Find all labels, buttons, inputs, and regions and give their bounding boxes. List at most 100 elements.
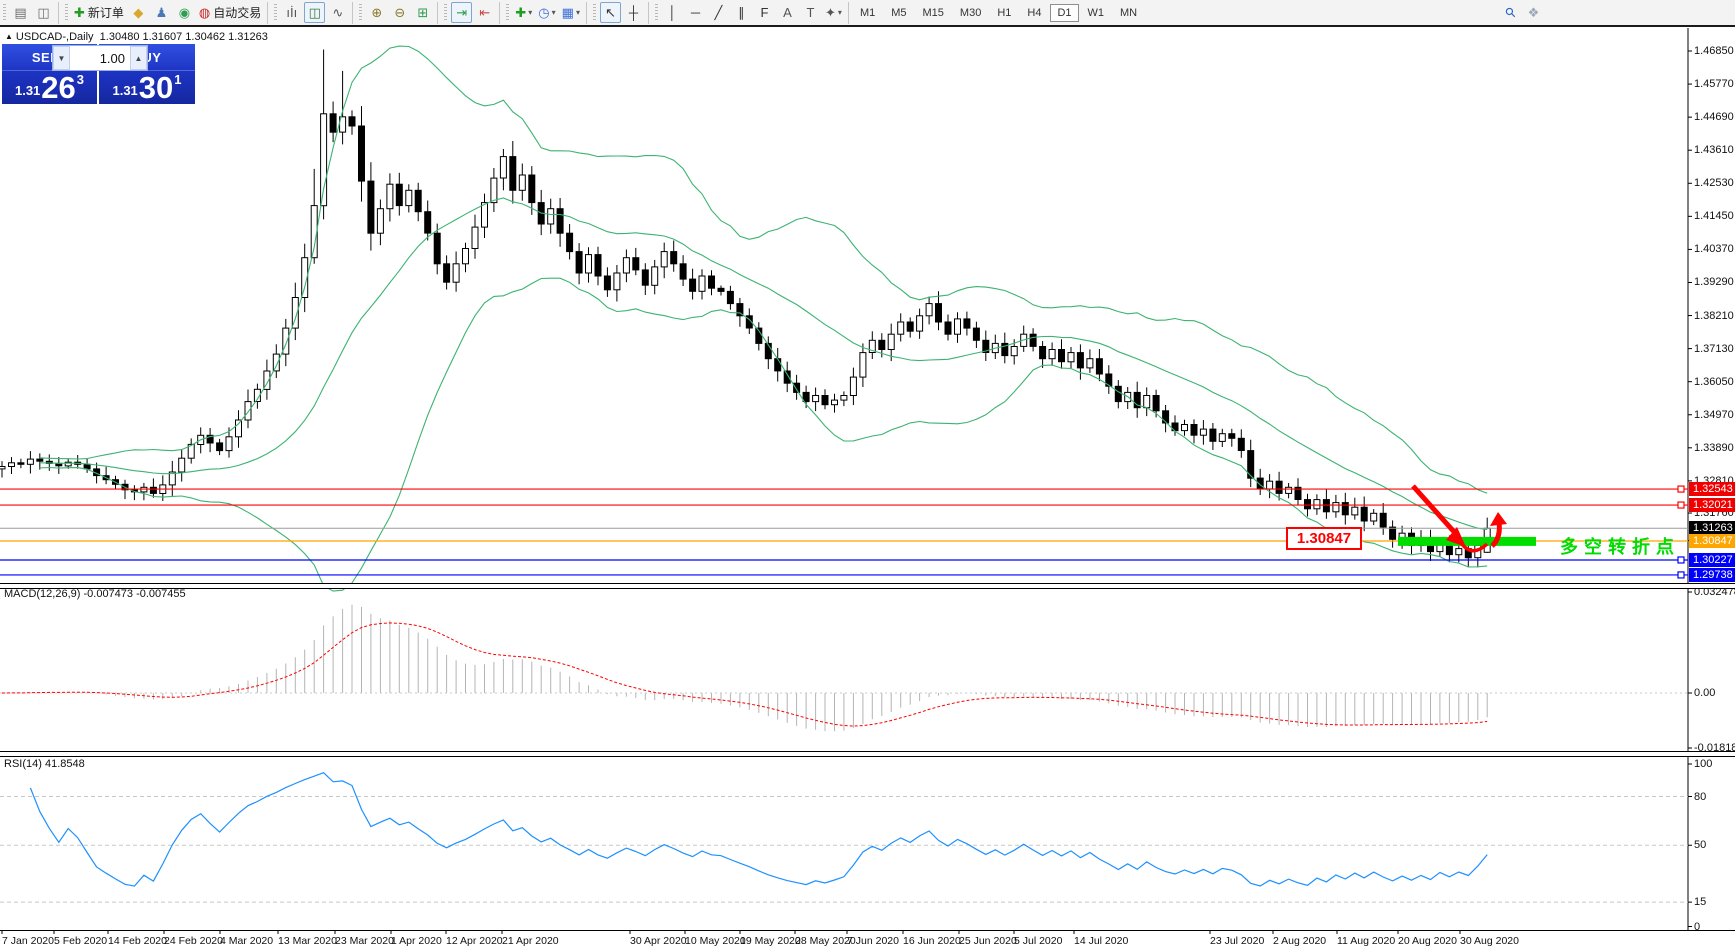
time-label: 5 Jul 2020 (1014, 935, 1062, 947)
indicators-dropdown-icon[interactable]: ▾ (528, 8, 532, 17)
bar-chart-mode-icon[interactable]: ıİı (281, 2, 302, 23)
timeframe-w1-button[interactable]: W1 (1081, 4, 1112, 22)
support-zone-bar[interactable] (1398, 537, 1536, 546)
pane-separator-rsi[interactable] (0, 751, 1735, 757)
templates-icon[interactable]: ▦▾ (560, 2, 582, 23)
turning-point-note[interactable]: 多空转折点 (1560, 533, 1680, 559)
indicators-icon[interactable]: ✚▾ (513, 2, 534, 23)
terminal-icon[interactable]: ♟ (151, 2, 172, 23)
symbol-name: USDCAD-,Daily (16, 31, 94, 43)
macd-name: MACD(12,26,9) (4, 588, 80, 600)
price-tick-label: 1.41450 (1694, 210, 1734, 222)
timeframe-m5-button[interactable]: M5 (884, 4, 913, 22)
toolbar-separator (58, 2, 59, 24)
down-arrow[interactable] (1413, 486, 1456, 534)
time-label: 19 May 2020 (740, 935, 801, 947)
text-label-icon[interactable]: T (800, 2, 821, 23)
sell-price-small: 1.31 (15, 83, 40, 98)
zoom-in-icon[interactable]: ⊕ (366, 2, 387, 23)
time-label: 30 Aug 2020 (1460, 935, 1519, 947)
arrows-icon[interactable]: ✦▾ (823, 2, 844, 23)
hline-handle[interactable] (1678, 572, 1684, 578)
timeframe-m1-button[interactable]: M1 (853, 4, 882, 22)
timeframe-d1-button[interactable]: D1 (1050, 4, 1078, 22)
crosshair-icon[interactable]: ┼ (623, 2, 644, 23)
tile-windows-icon[interactable]: ⊞ (412, 2, 433, 23)
trendline-icon[interactable]: ╱ (708, 2, 729, 23)
macd-tick-label: 0.00 (1694, 687, 1715, 699)
toolbar-grip[interactable] (3, 4, 6, 22)
search-icon[interactable]: ⚲ (1496, 0, 1526, 27)
volume-up-button[interactable]: ▲ (130, 46, 147, 70)
toolbar-grip[interactable] (65, 4, 68, 22)
time-label: 4 Mar 2020 (220, 935, 273, 947)
macd-histogram (2, 605, 1487, 732)
line-chart-mode-icon[interactable]: ∿ (327, 2, 348, 23)
timeframe-mn-button[interactable]: MN (1113, 4, 1144, 22)
time-label: 10 May 2020 (685, 935, 746, 947)
templates-dropdown-icon[interactable]: ▾ (576, 8, 580, 17)
buy-price-small: 1.31 (112, 83, 137, 98)
buy-price[interactable]: 1.31 30 1 (99, 70, 195, 104)
sell-price-big: 26 (41, 75, 75, 101)
time-label: 14 Jul 2020 (1074, 935, 1128, 947)
volume-value[interactable]: 1.00 (70, 46, 130, 70)
toolbar-grip[interactable] (274, 4, 277, 22)
time-label: 20 Aug 2020 (1398, 935, 1457, 947)
community-chat-icon[interactable]: ❖ (1523, 2, 1544, 23)
price-tick-label: 1.34970 (1694, 409, 1734, 421)
zoom-out-icon[interactable]: ⊖ (389, 2, 410, 23)
toolbar-grip[interactable] (359, 4, 362, 22)
new-order-icon[interactable]: ✚新订单 (72, 2, 126, 23)
toolbar-grip[interactable] (506, 4, 509, 22)
macd-values: -0.007473 -0.007455 (83, 588, 185, 600)
toolbar-grip[interactable] (593, 4, 596, 22)
timeframe-h1-button[interactable]: H1 (990, 4, 1018, 22)
hline-handle[interactable] (1678, 486, 1684, 492)
auto-trading-icon[interactable]: ◍自动交易 (197, 2, 263, 23)
market-watch-icon[interactable]: ▤ (10, 2, 31, 23)
time-label: 1 Apr 2020 (391, 935, 442, 947)
timeframe-m30-button[interactable]: M30 (953, 4, 988, 22)
toolbar-grip[interactable] (655, 4, 658, 22)
timeframe-h4-button[interactable]: H4 (1020, 4, 1048, 22)
buy-price-sup: 1 (174, 72, 181, 87)
sell-price[interactable]: 1.31 26 3 (2, 70, 97, 104)
fibonacci-icon[interactable]: F (754, 2, 775, 23)
price-tick-label: 1.38210 (1694, 310, 1734, 322)
price-callout-label[interactable]: 1.30847 (1286, 527, 1362, 550)
signals-icon[interactable]: ◉ (174, 2, 195, 23)
rsi-tick-label: 15 (1694, 896, 1706, 908)
price-badge-1.30227: 1.30227 (1689, 553, 1735, 567)
arrows-dropdown-icon[interactable]: ▾ (838, 8, 842, 17)
candlestick-mode-icon[interactable]: ◫ (304, 2, 325, 23)
one-click-trading-panel: SELL 1.31 26 3 BUY 1.31 30 1 ▼ 1.00 ▲ (2, 44, 195, 104)
bollinger-upper-band (40, 46, 1487, 493)
data-window-icon[interactable]: ◫ (33, 2, 54, 23)
toolbar-grip[interactable] (444, 4, 447, 22)
horizontal-line-icon[interactable]: ─ (685, 2, 706, 23)
pane-separator-macd[interactable] (0, 583, 1735, 589)
time-label: 21 Apr 2020 (502, 935, 559, 947)
toolbar-separator (267, 2, 268, 24)
time-axis-border (0, 930, 1735, 931)
chart-styles-icon[interactable]: ◆ (128, 2, 149, 23)
text-icon[interactable]: A (777, 2, 798, 23)
time-label: 16 Jun 2020 (903, 935, 961, 947)
auto-scroll-icon[interactable]: ⇥ (451, 2, 472, 23)
rsi-line (30, 773, 1487, 886)
volume-down-button[interactable]: ▼ (53, 46, 70, 70)
price-tick-label: 1.33890 (1694, 442, 1734, 454)
equidistant-channel-icon[interactable]: ∥ (731, 2, 752, 23)
chart-shift-icon[interactable]: ⇤ (474, 2, 495, 23)
vertical-line-icon[interactable]: │ (662, 2, 683, 23)
hline-handle[interactable] (1678, 502, 1684, 508)
periods-dropdown-icon[interactable]: ▾ (552, 8, 556, 17)
periods-icon[interactable]: ◷▾ (536, 2, 557, 23)
time-label: 13 Mar 2020 (278, 935, 337, 947)
timeframe-m15-button[interactable]: M15 (916, 4, 951, 22)
time-label: 23 Jul 2020 (1210, 935, 1264, 947)
time-label: 11 Aug 2020 (1337, 935, 1395, 947)
cursor-icon[interactable]: ↖ (600, 2, 621, 23)
rsi-tick-label: 100 (1694, 758, 1712, 770)
